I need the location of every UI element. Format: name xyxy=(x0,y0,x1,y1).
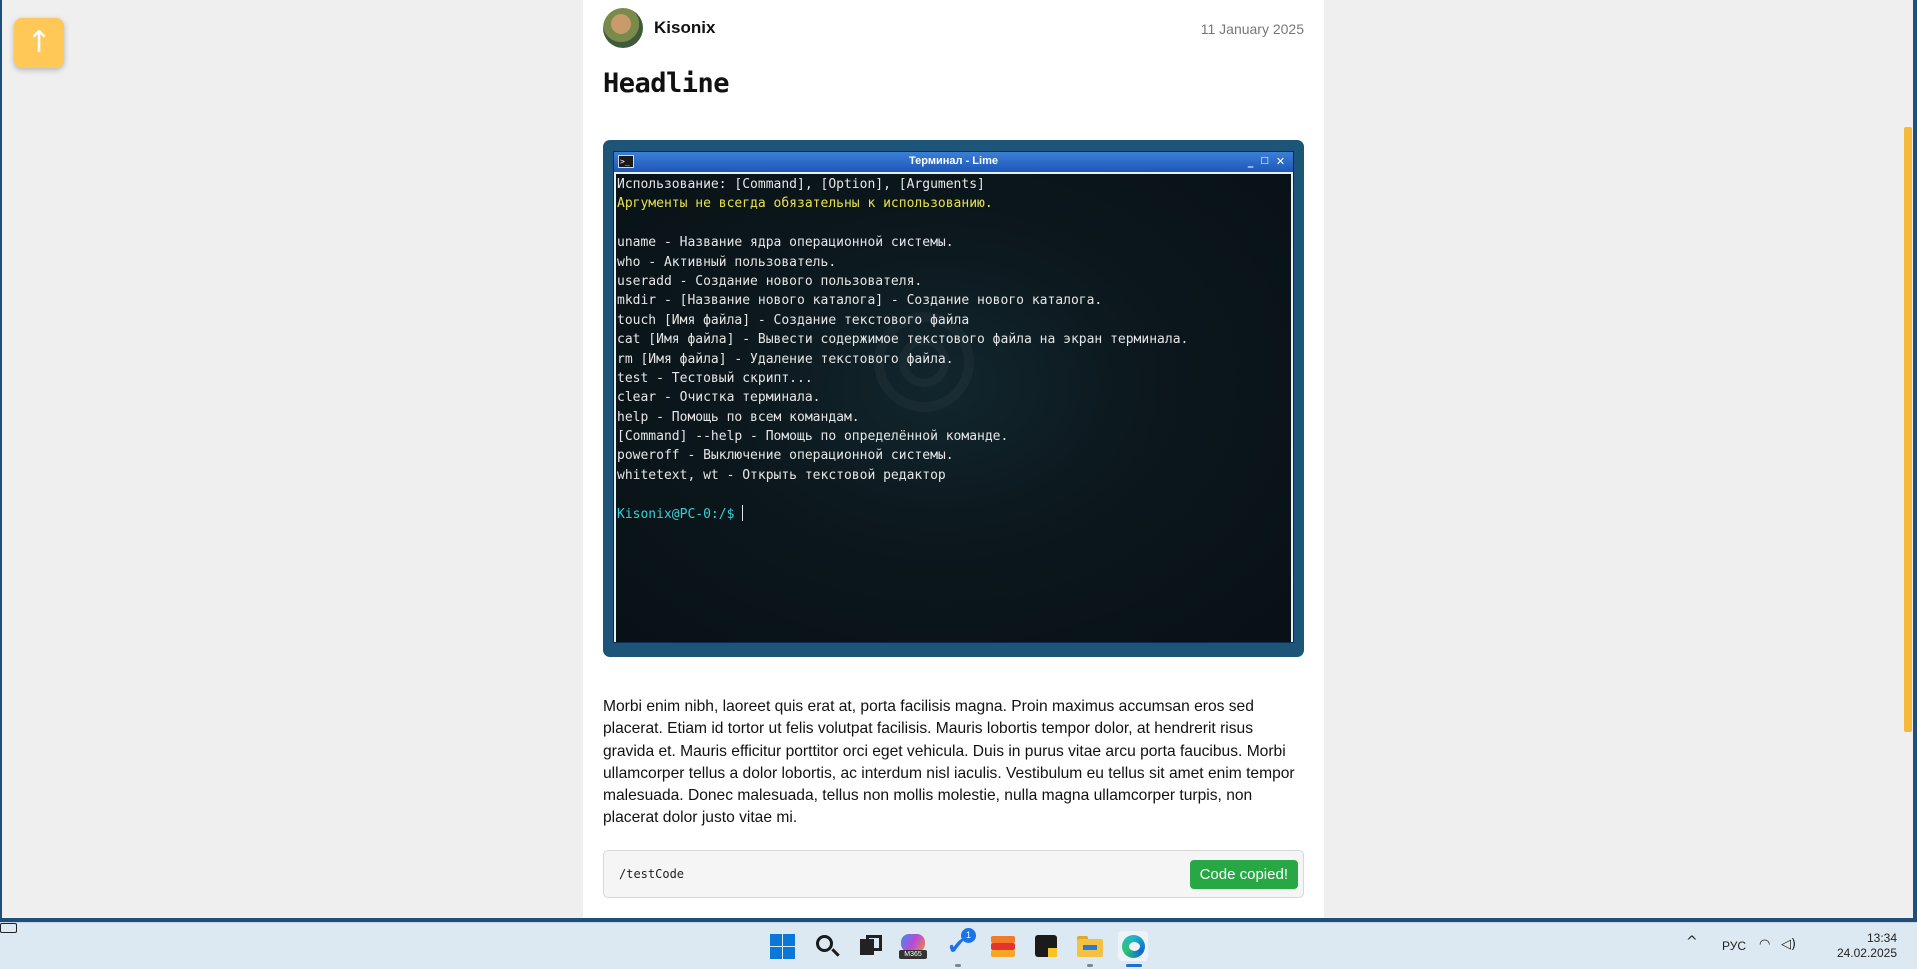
search-button[interactable] xyxy=(812,931,842,961)
todo-running-indicator xyxy=(955,964,961,967)
windows-logo-icon xyxy=(770,934,782,946)
terminal-line: rm [Имя файла] - Удаление текстового фай… xyxy=(617,351,954,367)
edge-icon-center xyxy=(1129,942,1140,951)
terminal-line: help - Помощь по всем командам. xyxy=(617,409,860,425)
post-date: 11 January 2025 xyxy=(1200,21,1304,37)
terminal-titlebar: >_ Терминал - Lime _ □ ✕ xyxy=(614,152,1293,172)
terminal-line: Использование: [Command], [Option], [Arg… xyxy=(617,177,985,192)
terminal-line: Аргументы не всегда обязательны к исполь… xyxy=(617,196,993,212)
page-title: Headline xyxy=(603,68,730,99)
terminal-output: Использование: [Command], [Option], [Arg… xyxy=(616,174,1291,642)
stack-icon xyxy=(991,950,1015,957)
terminal-title: Терминал - Lime xyxy=(909,155,998,167)
todo-button[interactable]: ✔ 1 xyxy=(943,928,976,961)
show-hidden-icons-chevron-icon[interactable]: ^ xyxy=(1686,934,1698,950)
clock-date: 24.02.2025 xyxy=(1836,946,1897,960)
maximize-icon: □ xyxy=(1260,156,1269,166)
task-view-button[interactable] xyxy=(856,931,886,961)
terminal-line: poweroff - Выключение операционной систе… xyxy=(617,448,954,464)
edge-active-indicator xyxy=(1126,964,1142,967)
stack-icon xyxy=(991,943,1015,950)
windows-logo-icon xyxy=(770,947,782,959)
terminal-line: clear - Очистка терминала. xyxy=(617,390,821,406)
clock-time: 13:34 xyxy=(1866,931,1897,945)
code-block: /testCode Code copied! xyxy=(603,850,1304,898)
sticky-note-corner xyxy=(1048,948,1057,957)
stacked-app-button[interactable] xyxy=(988,931,1018,961)
notification-badge: 1 xyxy=(961,928,976,943)
search-icon-handle xyxy=(831,948,840,957)
wifi-icon[interactable]: ◠ xyxy=(1759,937,1770,952)
article-card: Kisonix 11 January 2025 Headline >_ Терм… xyxy=(583,0,1324,918)
terminal-line: [Command] --help - Помощь по определённо… xyxy=(617,429,1009,445)
terminal-window: >_ Терминал - Lime _ □ ✕ Использование: … xyxy=(613,151,1294,643)
browser-window: ↑ Kisonix 11 January 2025 Headline >_ Те… xyxy=(0,0,1917,922)
page-scrollbar[interactable] xyxy=(1903,0,1913,918)
avatar[interactable] xyxy=(603,8,643,48)
terminal-line: test - Тестовый скрипт... xyxy=(617,370,813,386)
task-view-icon xyxy=(866,935,882,951)
input-language-indicator[interactable]: РУС xyxy=(1722,939,1746,953)
terminal-line: uname - Название ядра операционной систе… xyxy=(617,235,954,251)
battery-icon[interactable] xyxy=(0,923,17,933)
terminal-prompt: Kisonix@PC-0:/$ xyxy=(617,506,735,522)
microsoft-365-button[interactable]: M365 xyxy=(898,931,928,961)
code-text: /testCode xyxy=(619,867,685,881)
edge-browser-button[interactable] xyxy=(1118,931,1148,961)
microsoft-365-tag: M365 xyxy=(899,950,927,959)
terminal-screenshot: >_ Терминал - Lime _ □ ✕ Использование: … xyxy=(603,140,1304,657)
article-paragraph: Morbi enim nibh, laoreet quis erat at, p… xyxy=(603,698,1295,827)
terminal-line: useradd - Создание нового пользователя. xyxy=(617,273,923,289)
taskbar: M365 ✔ 1 ^ РУС ◠ ◁) 13:34 24.02.2025 xyxy=(0,922,1917,969)
terminal-line: mkdir - [Название нового каталога] - Соз… xyxy=(617,293,1103,309)
scroll-to-top-button[interactable]: ↑ xyxy=(14,18,64,68)
terminal-prompt-line[interactable]: Kisonix@PC-0:/$ xyxy=(617,504,1291,524)
explorer-running-indicator xyxy=(1087,964,1093,967)
author-row: Kisonix 11 January 2025 xyxy=(603,8,1304,50)
stack-icon xyxy=(991,936,1015,943)
terminal-line: touch [Имя файла] - Создание текстового … xyxy=(617,312,970,328)
terminal-line: cat [Имя файла] - Вывести содержимое тек… xyxy=(617,332,1189,348)
terminal-line: who - Активный пользователь. xyxy=(617,254,837,270)
text-cursor xyxy=(742,504,744,521)
page-scrollbar-thumb[interactable] xyxy=(1904,127,1912,732)
start-button[interactable] xyxy=(767,931,797,961)
windows-logo-icon xyxy=(783,934,795,946)
volume-icon[interactable]: ◁) xyxy=(1781,937,1796,952)
page-viewport: ↑ Kisonix 11 January 2025 Headline >_ Те… xyxy=(2,0,1913,918)
sticky-notes-button[interactable] xyxy=(1031,931,1061,961)
minimize-icon: _ xyxy=(1247,155,1254,168)
author-name[interactable]: Kisonix xyxy=(654,18,715,38)
system-clock[interactable]: 13:34 24.02.2025 xyxy=(1837,931,1897,961)
windows-logo-icon xyxy=(783,947,795,959)
copy-code-button[interactable]: Code copied! xyxy=(1189,860,1298,889)
terminal-line: whitetext, wt - Открыть текстовой редакт… xyxy=(617,467,946,483)
close-icon: ✕ xyxy=(1275,155,1286,168)
folder-icon-band xyxy=(1083,945,1097,950)
file-explorer-button[interactable] xyxy=(1075,931,1105,961)
